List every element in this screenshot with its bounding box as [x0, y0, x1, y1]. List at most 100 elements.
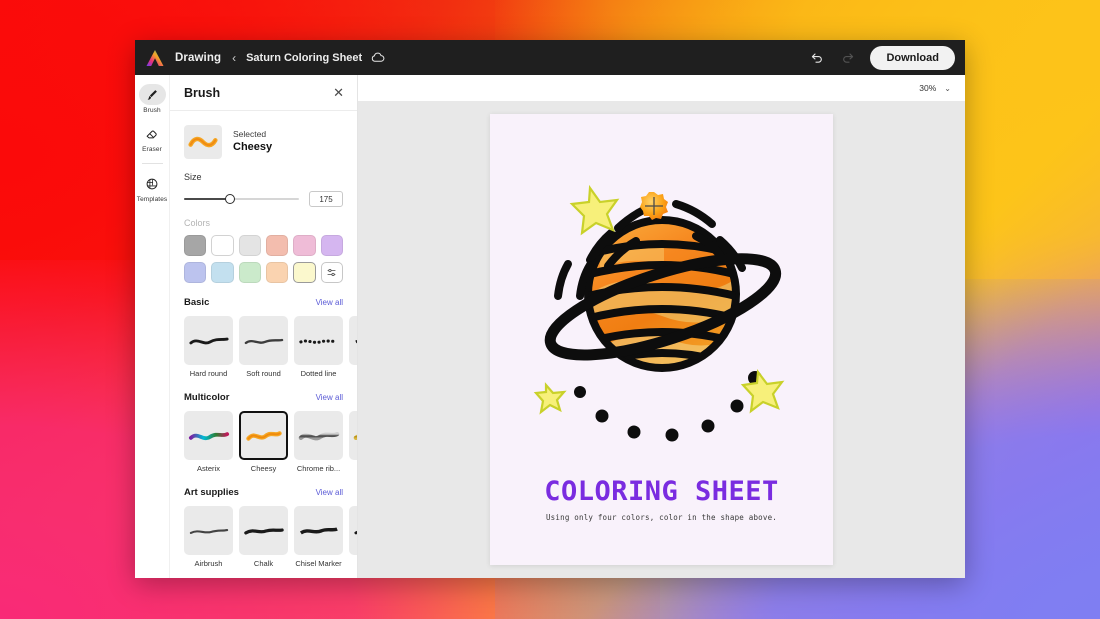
- color-swatch-salmon[interactable]: [266, 235, 289, 256]
- cloud-saved-icon: [371, 52, 385, 63]
- brush-row-basic: Hard round Soft round Dotted line: [170, 316, 357, 378]
- brush-item-dashed-line[interactable]: Das: [349, 316, 357, 378]
- rail-item-eraser[interactable]: Eraser: [135, 123, 170, 153]
- section-title-art-supplies: Art supplies: [184, 487, 239, 498]
- slider-fill: [184, 198, 230, 200]
- brush-thumbnail: [239, 316, 288, 365]
- app-name: Drawing: [175, 51, 222, 64]
- brush-section-multicolor: Multicolor View all Asterix Cheesy Chrom…: [170, 378, 357, 473]
- brush-label: Gold: [349, 464, 357, 473]
- section-title-basic: Basic: [184, 297, 210, 308]
- color-swatch-cream[interactable]: [293, 262, 316, 283]
- brush-size-input[interactable]: [309, 191, 343, 207]
- brush-size-block: Size: [170, 159, 357, 207]
- brush-panel: Brush ✕ Selected Cheesy Size 175 Colors …: [170, 75, 358, 578]
- workspace-toolbar: 30% ⌄: [358, 75, 965, 101]
- brush-thumbnail: [349, 316, 357, 365]
- tool-rail: Brush Eraser Templates: [135, 75, 170, 578]
- eraser-icon: [139, 123, 166, 144]
- brush-thumbnail: [184, 411, 233, 460]
- brush-row-multicolor: Asterix Cheesy Chrome rib...: [170, 411, 357, 473]
- download-button[interactable]: Download: [870, 45, 955, 70]
- section-title-multicolor: Multicolor: [184, 392, 230, 403]
- colors-label: Colors: [184, 218, 211, 228]
- sheet-subtitle: Using only four colors, color in the sha…: [545, 513, 778, 522]
- brush-label: Airbrush: [194, 559, 223, 568]
- brush-thumbnail: [294, 411, 343, 460]
- rail-label-templates: Templates: [136, 196, 168, 203]
- brush-item-soft-round[interactable]: Soft round: [239, 316, 288, 378]
- color-swatch-gray[interactable]: [184, 235, 207, 256]
- redo-icon[interactable]: [838, 48, 858, 68]
- canvas-area[interactable]: COLORING SHEET Using only four colors, c…: [358, 101, 965, 578]
- brush-label: Chrome rib...: [296, 464, 341, 473]
- titlebar: Drawing ‹ Saturn Coloring Sheet Download: [135, 40, 965, 75]
- sheet-title: COLORING SHEET: [544, 476, 779, 507]
- selected-brush-row: Selected Cheesy: [170, 111, 357, 159]
- rail-item-templates[interactable]: Templates: [135, 173, 170, 203]
- brush-thumbnail: [184, 506, 233, 555]
- brush-label: Chisel Marker: [295, 559, 342, 568]
- selected-brush-meta: Selected Cheesy: [233, 129, 272, 155]
- brush-cursor-crosshair: [637, 189, 671, 223]
- brush-item-chisel-marker[interactable]: Chisel Marker: [294, 506, 343, 568]
- color-swatch-light-blue[interactable]: [211, 262, 234, 283]
- brush-section-basic: Basic View all Hard round Soft round Dot…: [170, 283, 357, 378]
- rail-item-brush[interactable]: Brush: [135, 84, 170, 114]
- zoom-level[interactable]: 30%: [919, 83, 936, 93]
- brush-item-dotted-line[interactable]: Dotted line: [294, 316, 343, 378]
- color-swatch-mint[interactable]: [238, 262, 261, 283]
- brush-label: Hard round: [189, 369, 228, 378]
- slider-knob[interactable]: [225, 194, 235, 204]
- brush-label: Dotted line: [300, 369, 337, 378]
- app-window: Drawing ‹ Saturn Coloring Sheet Download…: [135, 40, 965, 578]
- brush-size-slider[interactable]: [184, 193, 299, 205]
- sliders-icon[interactable]: [320, 262, 343, 283]
- brush-thumbnail: [294, 506, 343, 555]
- close-icon[interactable]: ✕: [333, 86, 344, 99]
- brush-item-gold[interactable]: Gold: [349, 411, 357, 473]
- view-all-multicolor[interactable]: View all: [316, 393, 343, 402]
- brush-label: Cr: [349, 559, 357, 568]
- brush-item-asterix[interactable]: Asterix: [184, 411, 233, 473]
- canvas-workspace: 30% ⌄ COLORING SHEET Using only four col…: [358, 75, 965, 578]
- selected-brush-name: Cheesy: [233, 141, 273, 154]
- brush-item-airbrush[interactable]: Airbrush: [184, 506, 233, 568]
- color-swatch-periwinkle[interactable]: [184, 262, 207, 283]
- brush-size-row: [184, 191, 343, 207]
- brush-item-chalk[interactable]: Chalk: [239, 506, 288, 568]
- brush-thumbnail: [239, 411, 288, 460]
- brush-thumbnail: [239, 506, 288, 555]
- back-chevron-icon[interactable]: ‹: [232, 52, 236, 64]
- brush-label: Soft round: [246, 369, 281, 378]
- brush-label: Chalk: [253, 559, 274, 568]
- section-header-art-supplies: Art supplies View all: [170, 487, 357, 498]
- brush-size-label: Size: [184, 172, 202, 182]
- templates-icon: [139, 173, 166, 194]
- brush-item-chrome-ribbon[interactable]: Chrome rib...: [294, 411, 343, 473]
- undo-icon[interactable]: [806, 48, 826, 68]
- file-name[interactable]: Saturn Coloring Sheet: [246, 52, 362, 64]
- view-all-basic[interactable]: View all: [316, 298, 343, 307]
- brush-panel-content[interactable]: Selected Cheesy Size 175 Colors Basic Vi…: [170, 111, 357, 578]
- brush-row-art-supplies: Airbrush Chalk Chisel Marker: [170, 506, 357, 568]
- brush-thumbnail: [349, 506, 357, 555]
- coloring-sheet[interactable]: COLORING SHEET Using only four colors, c…: [490, 114, 833, 565]
- selected-caption: Selected: [233, 128, 267, 139]
- color-swatch-pink[interactable]: [293, 235, 316, 256]
- color-swatch-white[interactable]: [211, 235, 234, 256]
- chevron-down-icon[interactable]: ⌄: [944, 84, 951, 93]
- view-all-art-supplies[interactable]: View all: [316, 488, 343, 497]
- brush-label: Das: [349, 369, 357, 378]
- color-swatch-lavender[interactable]: [320, 235, 343, 256]
- brush-item-crayon[interactable]: Cr: [349, 506, 357, 568]
- section-header-basic: Basic View all: [170, 297, 357, 308]
- brush-item-cheesy[interactable]: Cheesy: [239, 411, 288, 473]
- brush-item-hard-round[interactable]: Hard round: [184, 316, 233, 378]
- color-swatch-peach[interactable]: [266, 262, 289, 283]
- brush-section-art-supplies: Art supplies View all Airbrush Chalk Chi…: [170, 473, 357, 568]
- color-swatch-light-gray[interactable]: [238, 235, 261, 256]
- rail-label-brush: Brush: [143, 107, 161, 114]
- paintbrush-icon: [138, 84, 166, 105]
- brush-thumbnail: [184, 316, 233, 365]
